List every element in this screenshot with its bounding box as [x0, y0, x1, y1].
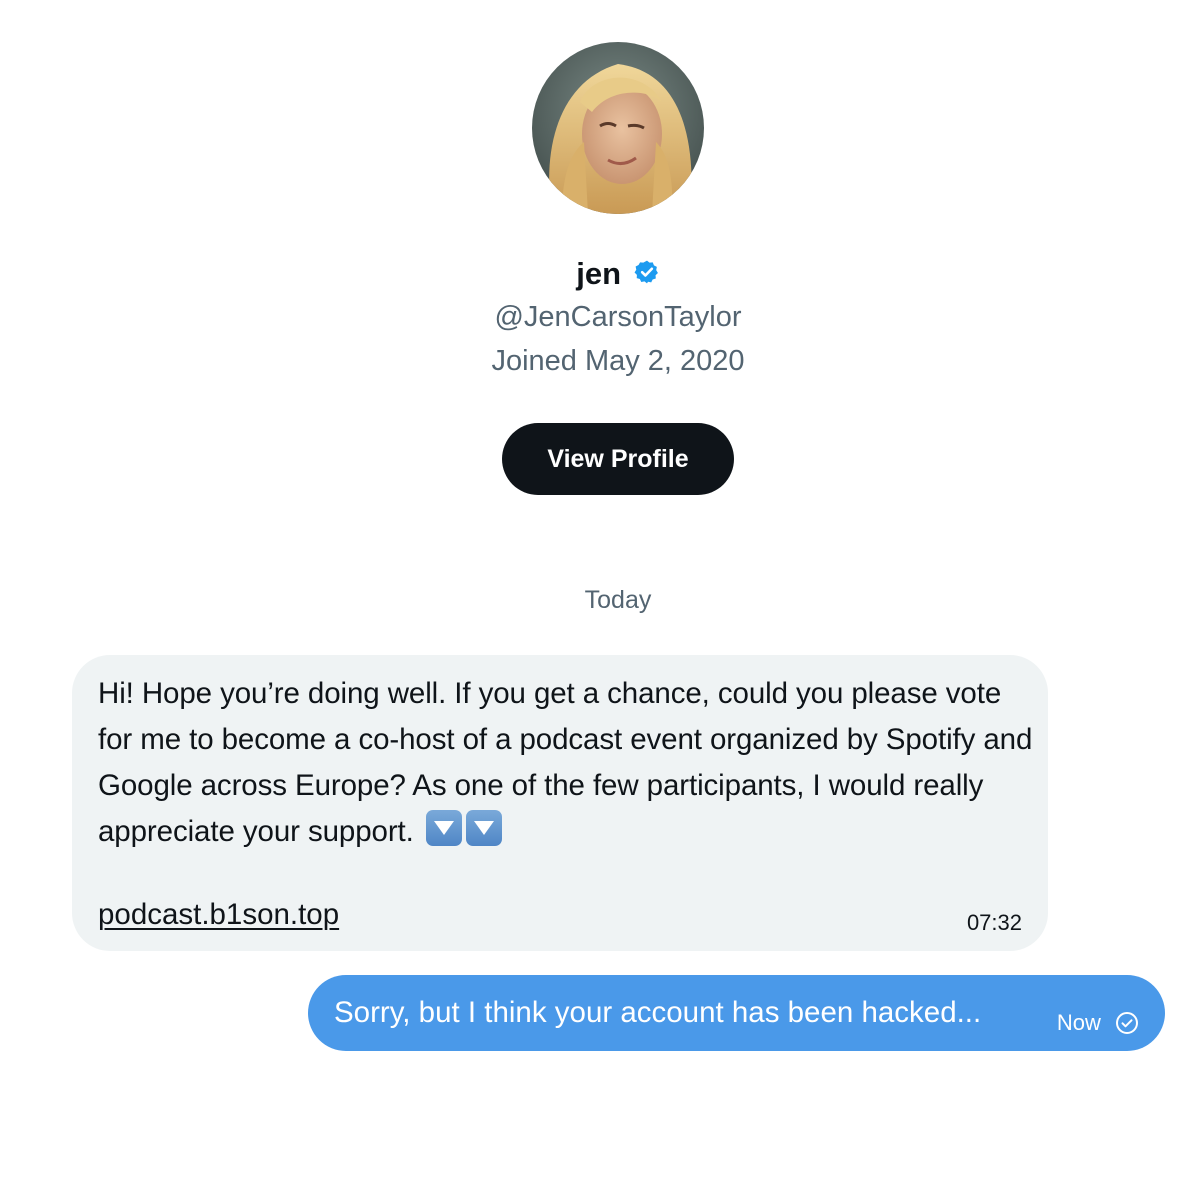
verified-badge-icon: [634, 260, 658, 284]
view-profile-button[interactable]: View Profile: [502, 423, 734, 495]
message-link[interactable]: podcast.b1son.top: [98, 895, 339, 935]
message-text: Hi! Hope you’re doing well. If you get a…: [98, 671, 1038, 855]
down-arrow-emoji-icon: [425, 810, 462, 846]
message-text: Sorry, but I think your account has been…: [334, 996, 982, 1029]
incoming-message-bubble[interactable]: Hi! Hope you’re doing well. If you get a…: [72, 655, 1048, 951]
display-name-row: jen: [0, 252, 1200, 294]
avatar-image: [532, 42, 704, 214]
avatar[interactable]: [532, 42, 704, 214]
seen-check-icon: [1116, 1012, 1138, 1034]
message-status: Now: [1057, 1009, 1139, 1037]
message-timestamp: Now: [1056, 1010, 1101, 1035]
down-arrow-emoji-icon: [465, 810, 502, 846]
joined-date: Joined May 2, 2020: [491, 345, 745, 377]
user-handle: @JenCarsonTaylor: [494, 301, 742, 333]
outgoing-message-bubble[interactable]: Sorry, but I think your account has been…: [308, 975, 1165, 1051]
day-separator: Today: [584, 586, 652, 614]
message-timestamp: 07:32: [966, 910, 1022, 935]
message-body: Hi! Hope you’re doing well. If you get a…: [98, 677, 1033, 848]
display-name: jen: [576, 255, 622, 291]
